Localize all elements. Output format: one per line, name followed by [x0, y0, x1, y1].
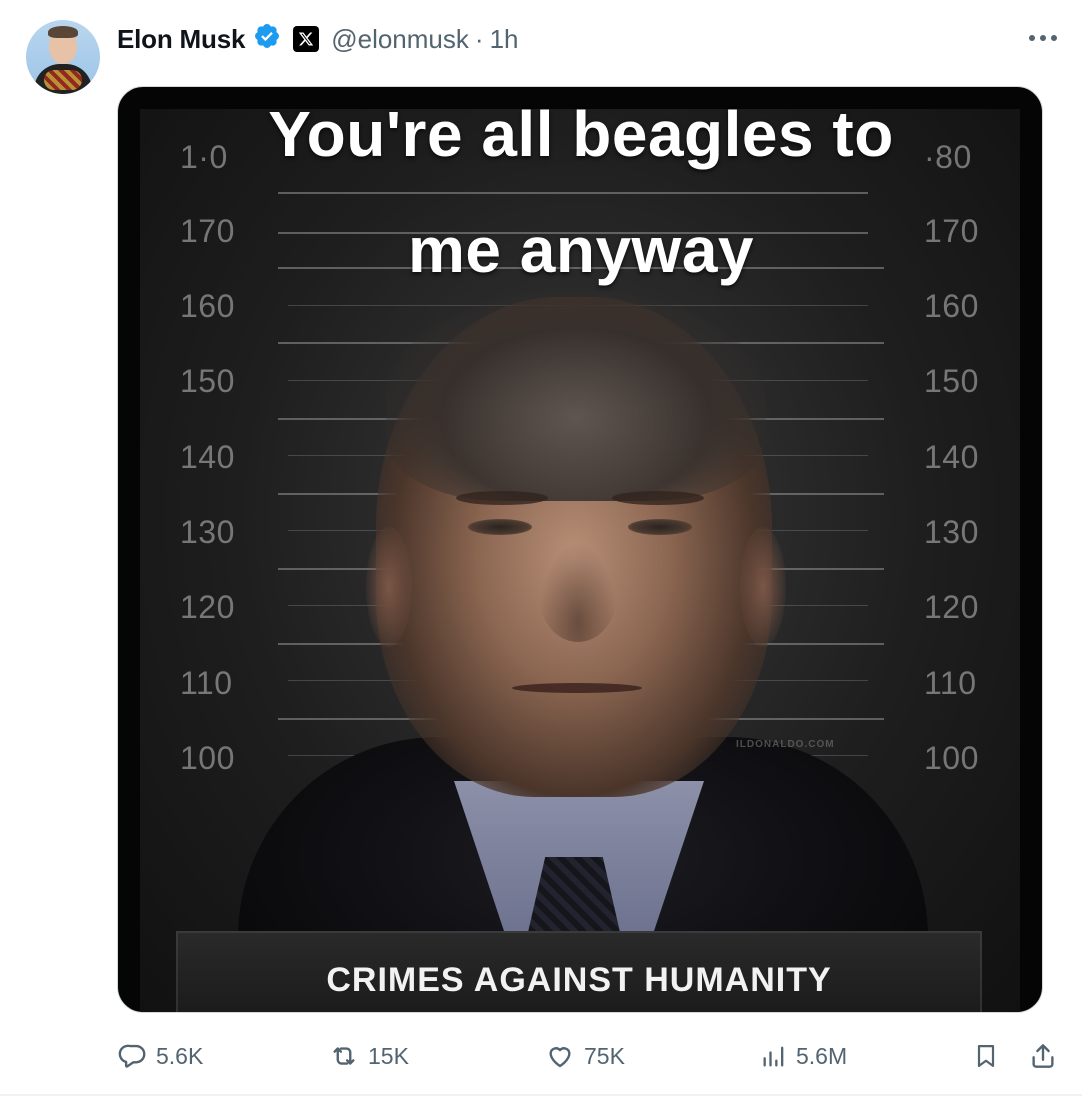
person-nose — [538, 542, 618, 642]
share-icon — [1032, 1044, 1054, 1068]
tweet: Elon Musk @elonmusk · 1h 1·0 170 160 150… — [0, 0, 1082, 1096]
author-name[interactable]: Elon Musk — [117, 24, 245, 55]
bookmark-button[interactable] — [972, 1034, 1000, 1078]
image-watermark: ILDONALDO.COM — [736, 739, 835, 750]
x-logo-icon[interactable] — [293, 26, 320, 52]
reply-count: 5.6K — [156, 1042, 204, 1069]
height-label-right: 150 — [924, 363, 979, 399]
bookmark-icon — [977, 1044, 995, 1068]
person-ear — [366, 527, 412, 647]
height-line — [278, 192, 868, 194]
height-label-right: 140 — [924, 439, 979, 475]
analytics-icon — [763, 1046, 784, 1067]
like-count: 75K — [584, 1042, 625, 1069]
meme-caption-line1: You're all beagles to — [268, 98, 894, 170]
person-eye — [468, 519, 532, 535]
person-eyebrow — [456, 491, 548, 505]
author-handle[interactable]: @elonmusk — [331, 24, 469, 55]
share-button[interactable] — [1028, 1034, 1058, 1078]
tweet-header: Elon Musk @elonmusk · 1h — [117, 22, 518, 56]
person-mouth — [512, 683, 642, 693]
tweet-image[interactable]: 1·0 170 160 150 140 130 120 110 100 ·80 … — [117, 86, 1043, 1013]
person-eyebrow — [612, 491, 704, 505]
views-count: 5.6M — [796, 1042, 848, 1069]
like-button[interactable]: 75K — [544, 1034, 625, 1078]
avatar-body — [34, 64, 92, 94]
height-label-right: 110 — [924, 665, 977, 701]
person-hair — [386, 291, 766, 501]
height-label-right: 100 — [924, 740, 979, 776]
height-label-left: 120 — [180, 589, 235, 625]
avatar-hair — [48, 26, 78, 38]
person-ear — [740, 527, 786, 647]
heart-icon — [549, 1047, 571, 1068]
height-label-left: 140 — [180, 439, 235, 475]
height-label-left: 150 — [180, 363, 235, 399]
repost-button[interactable]: 15K — [328, 1034, 409, 1078]
meme-caption-line2: me anyway — [407, 214, 755, 286]
repost-icon — [333, 1047, 355, 1065]
height-label-left: 130 — [180, 514, 235, 550]
more-options-icon[interactable] — [1026, 24, 1060, 52]
reply-icon — [118, 1044, 146, 1068]
avatar[interactable] — [26, 20, 100, 94]
repost-count: 15K — [368, 1042, 409, 1069]
placard-text: CRIMES AGAINST HUMANITY — [326, 961, 832, 999]
separator-dot: · — [474, 23, 484, 54]
height-label-left: 110 — [180, 665, 233, 701]
height-label-right: 130 — [924, 514, 979, 550]
height-label-right: 120 — [924, 589, 979, 625]
timestamp[interactable]: 1h — [490, 24, 519, 55]
height-label-left: 100 — [180, 740, 235, 776]
height-label-left: 160 — [180, 288, 235, 324]
views-button[interactable]: 5.6M — [760, 1034, 847, 1078]
height-label-right: 160 — [924, 288, 979, 324]
reply-button[interactable]: 5.6K — [118, 1034, 203, 1078]
tweet-actions: 5.6K 15K 75K 5.6M — [0, 1034, 1082, 1078]
verified-badge-icon[interactable] — [251, 22, 281, 57]
mugshot-placard: CRIMES AGAINST HUMANITY — [176, 931, 982, 1012]
person-eye — [628, 519, 692, 535]
